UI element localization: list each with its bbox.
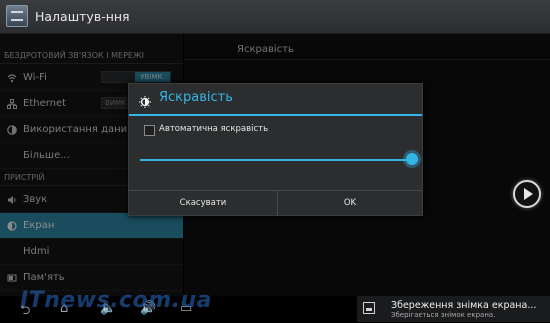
brightness-icon <box>139 93 151 108</box>
brightness-slider[interactable] <box>140 159 412 161</box>
settings-app-icon[interactable] <box>6 5 28 27</box>
screenshot-notification[interactable]: Збереження знімка екрана... Зберігається… <box>357 296 550 322</box>
brightness-dialog: Яскравість Автоматична яскравість Скасув… <box>128 83 423 216</box>
screenshot-icon <box>363 302 375 314</box>
dialog-title: Яскравість <box>159 90 233 105</box>
cancel-button[interactable]: Скасувати <box>129 191 278 216</box>
app-title: Налаштув-ння <box>35 9 130 24</box>
notification-title: Збереження знімка екрана... <box>391 300 537 311</box>
auto-brightness-checkbox[interactable] <box>144 125 155 136</box>
next-arrow-button[interactable] <box>513 180 541 208</box>
auto-brightness-label[interactable]: Автоматична яскравість <box>159 124 268 134</box>
brightness-slider-thumb[interactable] <box>406 153 418 165</box>
action-bar: Налаштув-ння <box>0 0 550 34</box>
ok-button[interactable]: OK <box>278 191 422 216</box>
dialog-title-divider <box>129 114 422 116</box>
notification-subtitle: Зберігається знімок екрана. <box>391 311 496 319</box>
watermark-logo: ITnews.com.ua <box>20 288 212 313</box>
dialog-button-bar: Скасувати OK <box>129 190 422 216</box>
